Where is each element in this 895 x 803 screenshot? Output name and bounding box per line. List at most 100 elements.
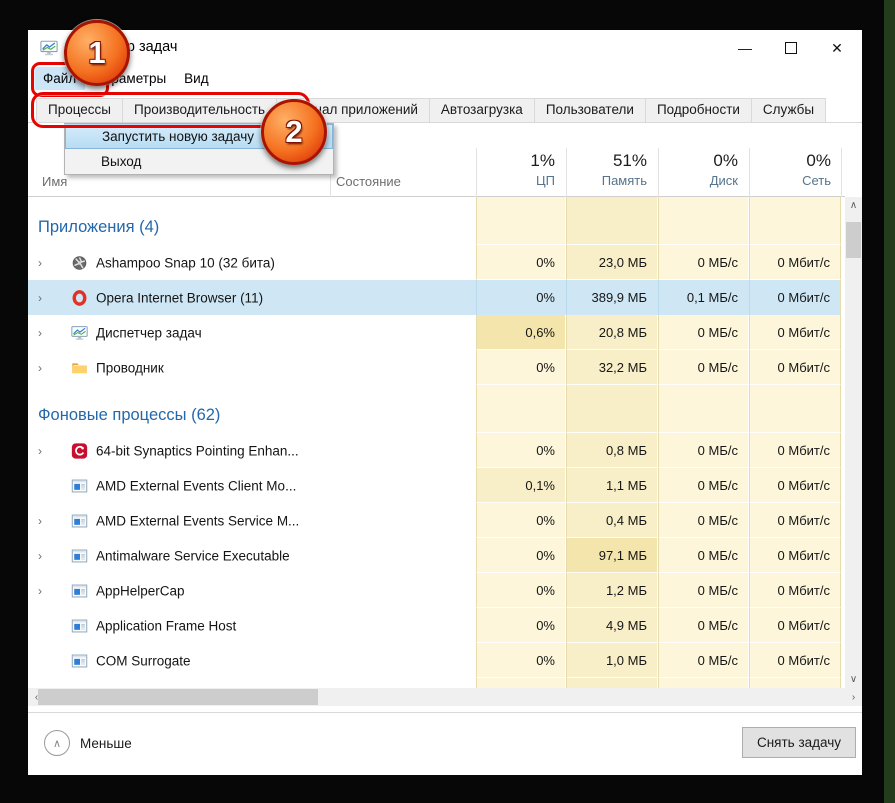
scroll-right-icon[interactable]: ›	[845, 688, 862, 706]
cell-cpu: 0%	[476, 643, 565, 678]
window-controls: — ✕	[722, 32, 860, 64]
process-name: COM Surrogate	[96, 653, 191, 668]
end-task-button[interactable]: Снять задачу	[742, 727, 856, 758]
tab-3[interactable]: Автозагрузка	[429, 98, 535, 122]
cell-memory: 1,1 МБ	[566, 468, 657, 503]
cell-memory: 32,2 МБ	[566, 350, 657, 385]
cell-disk: 0 МБ/с	[658, 245, 748, 280]
vertical-scroll-thumb[interactable]	[846, 222, 861, 258]
process-name: Antimalware Service Executable	[96, 548, 290, 563]
table-row[interactable]: › Ashampoo Snap 10 (32 бита) 0%23,0 МБ0 МБ…	[28, 245, 841, 280]
expand-chevron-icon[interactable]: ›	[38, 549, 42, 563]
process-name: AMD External Events Service M...	[96, 513, 299, 528]
process-name: AppHelperCap	[96, 583, 185, 598]
cell-cpu: 0,6%	[476, 315, 565, 350]
process-name: Проводник	[96, 360, 164, 375]
cell-disk: 0 МБ/с	[658, 643, 748, 678]
section-row[interactable]: Приложения (4)	[28, 197, 841, 245]
horizontal-scrollbar[interactable]: ‹ ›	[28, 688, 862, 706]
process-name: Диспетчер задач	[96, 325, 202, 340]
process-rows: Приложения (4) › Ashampoo Snap 10 (32 бита…	[28, 197, 845, 678]
table-row[interactable]: ›AMD External Events Service M...0%0,4 М…	[28, 503, 841, 538]
app-window-icon	[71, 617, 88, 634]
usage-percent: 1%	[477, 151, 555, 171]
cell-network: 0 Мбит/с	[749, 538, 841, 573]
step-2-badge: 2	[261, 99, 327, 165]
expand-chevron-icon[interactable]: ›	[38, 256, 42, 270]
table-row[interactable]: AMD External Events Client Mo...0,1%1,1 …	[28, 468, 841, 503]
fewer-details-label: Меньше	[80, 736, 132, 751]
titlebar: Диспетчер задач — ✕	[28, 30, 862, 65]
table-row[interactable]: ›64-bit Synaptics Pointing Enhan...0%0,8…	[28, 433, 841, 468]
table-row[interactable]: › Диспетчер задач 0,6%20,8 МБ0 МБ/с0 Мбит/…	[28, 315, 841, 350]
cell-disk: 0 МБ/с	[658, 503, 748, 538]
ashampoo-icon	[71, 254, 88, 271]
cell-cpu: 0%	[476, 503, 565, 538]
column-header-cpu[interactable]: 1%ЦП	[476, 148, 565, 197]
task-manager-icon	[71, 324, 88, 341]
synaptics-icon	[71, 442, 88, 459]
cell-disk: 0,1 МБ/с	[658, 280, 748, 315]
section-label: Приложения (4)	[38, 218, 159, 237]
app-window-icon	[71, 547, 88, 564]
maximize-button[interactable]	[768, 32, 814, 64]
cell-disk: 0 МБ/с	[658, 315, 748, 350]
cell-disk: 0 МБ/с	[658, 573, 748, 608]
expand-chevron-icon[interactable]: ›	[38, 291, 42, 305]
expand-chevron-icon[interactable]: ›	[38, 584, 42, 598]
app-window-icon	[71, 582, 88, 599]
expand-chevron-icon[interactable]: ›	[38, 326, 42, 340]
fewer-details-toggle[interactable]: ∧ Меньше	[44, 730, 132, 756]
table-row[interactable]: ›Opera Internet Browser (11)0%389,9 МБ0,…	[28, 280, 841, 315]
usage-percent: 0%	[659, 151, 738, 171]
close-button[interactable]: ✕	[814, 32, 860, 64]
minimize-button[interactable]: —	[722, 32, 768, 64]
usage-percent: 51%	[567, 151, 647, 171]
cell-network: 0 Мбит/с	[749, 315, 841, 350]
tab-6[interactable]: Службы	[751, 98, 826, 122]
cell-memory: 20,8 МБ	[566, 315, 657, 350]
cell-memory: 1,0 МБ	[566, 643, 657, 678]
cell-network	[749, 385, 841, 433]
cell-cpu: 0%	[476, 280, 565, 315]
cell-disk	[658, 385, 748, 433]
opera-icon	[71, 289, 88, 306]
column-header-memory[interactable]: 51% Память	[566, 148, 657, 197]
table-row[interactable]: COM Surrogate 0%1,0 МБ0 МБ/с0 Мбит/с	[28, 643, 841, 678]
table-row[interactable]: Application Frame Host0%4,9 МБ0 МБ/с0 Мб…	[28, 608, 841, 643]
cell-cpu: 0%	[476, 245, 565, 280]
tab-4[interactable]: Пользователи	[534, 98, 646, 122]
cell-memory	[566, 197, 657, 245]
section-row[interactable]: Фоновые процессы (62)	[28, 385, 841, 433]
cell-disk: 0 МБ/с	[658, 433, 748, 468]
scroll-down-icon[interactable]: ∨	[845, 671, 862, 688]
column-label: Память	[567, 173, 647, 188]
desktop-edge-strip	[884, 0, 895, 803]
expand-chevron-icon[interactable]: ›	[38, 361, 42, 375]
column-header-disk[interactable]: 0%Диск	[658, 148, 748, 197]
table-row[interactable]: ›Проводник0%32,2 МБ0 МБ/с0 Мбит/с	[28, 350, 841, 385]
cell-memory: 0,8 МБ	[566, 433, 657, 468]
tab-5[interactable]: Подробности	[645, 98, 752, 122]
cell-memory: 23,0 МБ	[566, 245, 657, 280]
scroll-up-icon[interactable]: ∧	[845, 197, 862, 214]
cell-network: 0 Мбит/с	[749, 503, 841, 538]
menu-view[interactable]: Вид	[175, 67, 217, 90]
cell-memory: 4,9 МБ	[566, 608, 657, 643]
task-manager-icon	[40, 39, 58, 57]
horizontal-scroll-thumb[interactable]	[38, 689, 318, 705]
cell-memory: 97,1 МБ	[566, 538, 657, 573]
cell-disk: 0 МБ/с	[658, 608, 748, 643]
process-name: Ashampoo Snap 10 (32 бита)	[96, 255, 275, 270]
table-row[interactable]: ›AppHelperCap0%1,2 МБ0 МБ/с0 Мбит/с	[28, 573, 841, 608]
column-header-status[interactable]: Состояние	[336, 174, 401, 189]
vertical-scrollbar[interactable]: ∧ ∨	[845, 197, 862, 688]
expand-chevron-icon[interactable]: ›	[38, 514, 42, 528]
column-header-network[interactable]: 0%Сеть	[749, 148, 841, 197]
column-header-name[interactable]: Имя	[42, 174, 67, 189]
section-label: Фоновые процессы (62)	[38, 406, 220, 425]
table-row[interactable]: ›Antimalware Service Executable0%97,1 МБ…	[28, 538, 841, 573]
expand-chevron-icon[interactable]: ›	[38, 444, 42, 458]
footer-bar: ∧ Меньше Снять задачу	[28, 712, 862, 775]
cell-network: 0 Мбит/с	[749, 643, 841, 678]
